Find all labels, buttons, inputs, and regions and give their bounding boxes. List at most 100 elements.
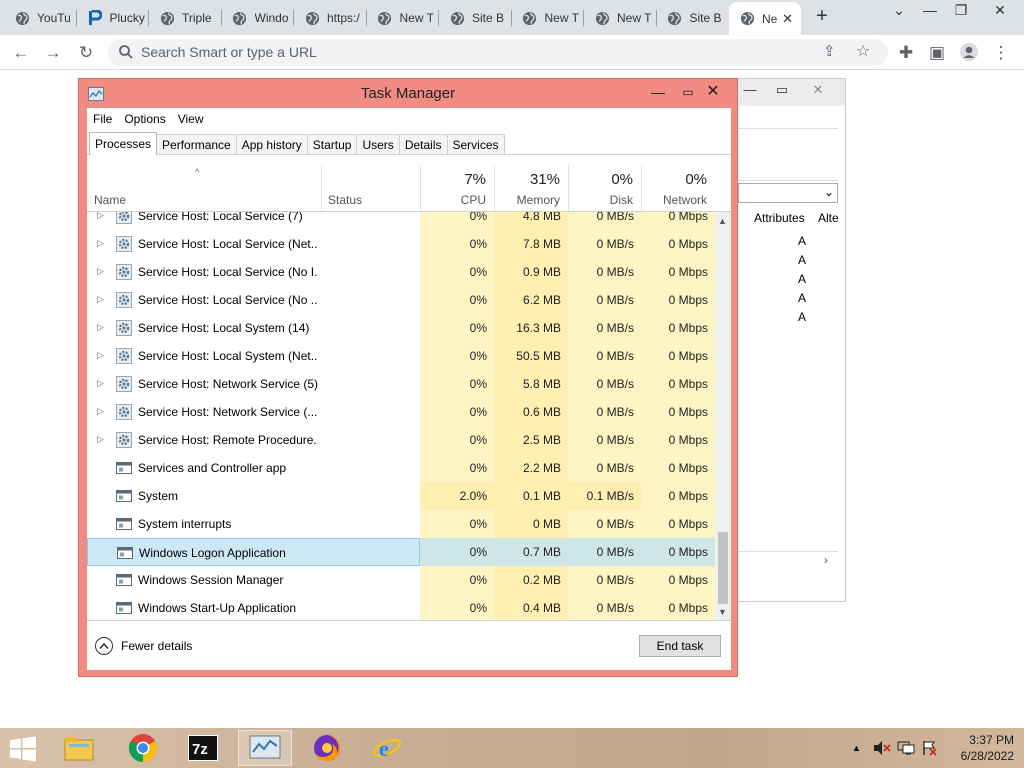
table-row[interactable]: ▷ Service Host: Remote Procedure... 0% 2.5 … — [87, 426, 715, 454]
bg-horizontal-scrollbar[interactable]: › — [738, 551, 838, 568]
table-row[interactable]: ▷ Service Host: Local Service (7) 0% 4.8 MB… — [87, 212, 715, 230]
extensions-puzzle-icon[interactable]: ✚ — [895, 42, 917, 64]
browser-tab[interactable]: Plucky — [77, 5, 148, 31]
browser-tab[interactable]: Triple — [149, 5, 220, 31]
expand-chevron-icon[interactable]: ▷ — [97, 266, 104, 277]
expand-chevron-icon[interactable]: ▷ — [97, 322, 104, 333]
tab-startup[interactable]: Startup — [306, 134, 358, 155]
back-arrow-icon[interactable]: ← — [10, 42, 32, 64]
new-tab-button[interactable]: + — [810, 5, 834, 29]
taskbar-chrome[interactable] — [116, 730, 170, 766]
address-input[interactable] — [141, 44, 781, 60]
browser-tab[interactable]: New T — [367, 5, 438, 31]
background-explorer-window: — ▭ ✕ ⌄ Attributes Alte AAAAA › — [737, 78, 846, 602]
column-cpu[interactable]: 7% CPU — [420, 155, 494, 211]
expand-chevron-icon[interactable]: ▷ — [97, 294, 104, 305]
tab-search-chevron-icon[interactable]: ⌄ — [884, 2, 914, 19]
side-panel-icon[interactable]: ▣ — [926, 42, 948, 64]
service-gear-icon — [116, 212, 132, 224]
expand-chevron-icon[interactable]: ▷ — [97, 406, 104, 417]
browser-tab[interactable]: Site B — [657, 5, 728, 31]
browser-tab[interactable]: New T — [584, 5, 655, 31]
table-row[interactable]: System interrupts 0% 0 MB 0 MB/s 0 Mbps — [87, 510, 715, 538]
menu-file[interactable]: File — [87, 110, 118, 130]
task-manager-titlebar[interactable]: Task Manager — ▭ ✕ — [79, 79, 737, 107]
taskbar-firefox[interactable] — [300, 730, 354, 766]
vertical-scrollbar[interactable]: ▲ ▼ — [715, 212, 731, 620]
taskbar-task-manager[interactable] — [238, 730, 292, 766]
bg-column-attributes[interactable]: Attributes — [754, 211, 805, 225]
scroll-thumb[interactable] — [718, 532, 728, 604]
bg-minimize-button[interactable]: — — [738, 82, 762, 97]
taskbar-internet-explorer[interactable]: e — [360, 730, 414, 766]
table-row[interactable]: ▷ Service Host: Local System (Net... 0% 50.… — [87, 342, 715, 370]
end-task-button[interactable]: End task — [639, 635, 721, 657]
profile-avatar-icon[interactable] — [958, 42, 980, 64]
table-row[interactable]: Services and Controller app 0% 2.2 MB 0 MB/… — [87, 454, 715, 482]
tm-close-button[interactable]: ✕ — [693, 81, 733, 103]
table-row[interactable]: Windows Session Manager 0% 0.2 MB 0 MB/s 0 M… — [87, 566, 715, 594]
bookmark-star-icon[interactable]: ☆ — [856, 41, 870, 61]
reload-icon[interactable]: ↻ — [75, 42, 97, 64]
process-network-cell: 0 Mbps — [641, 426, 715, 454]
tab-processes[interactable]: Processes — [89, 132, 158, 155]
table-row[interactable]: ▷ Service Host: Local Service (Net... 0% 7.… — [87, 230, 715, 258]
tab-services[interactable]: Services — [446, 134, 505, 155]
tab-users[interactable]: Users — [356, 134, 400, 155]
volume-muted-icon[interactable] — [873, 740, 891, 756]
taskbar-file-explorer[interactable] — [52, 730, 106, 766]
bg-close-button[interactable]: ✕ — [806, 82, 830, 98]
menu-options[interactable]: Options — [118, 110, 171, 130]
table-row[interactable]: Windows Start-Up Application 0% 0.4 MB 0 MB… — [87, 594, 715, 620]
table-row[interactable]: Windows Logon Application 0% 0.7 MB 0 MB/s 0… — [87, 538, 715, 566]
browser-tab[interactable]: Windo — [222, 5, 293, 31]
table-row[interactable]: ▷ Service Host: Local System (14) 0% 16.3 M… — [87, 314, 715, 342]
expand-chevron-icon[interactable]: ▷ — [97, 350, 104, 361]
column-memory[interactable]: 31% Memory — [494, 155, 568, 211]
browser-tab[interactable]: Ne ✕ — [729, 2, 801, 35]
table-row[interactable]: ▷ Service Host: Network Service (5) 0% 5.8 … — [87, 370, 715, 398]
browser-tab[interactable]: YouTu — [4, 5, 75, 31]
menu-view[interactable]: View — [172, 110, 210, 130]
column-network[interactable]: 0% Network — [641, 155, 715, 211]
share-icon[interactable]: ⇪ — [823, 42, 836, 60]
bg-column-alt[interactable]: Alte — [818, 211, 839, 225]
minimize-button[interactable]: — — [915, 2, 945, 18]
show-hidden-icons-chevron-icon[interactable]: ▲ — [852, 743, 861, 753]
action-center-flag-icon[interactable] — [921, 740, 937, 756]
tm-minimize-button[interactable]: — — [643, 81, 673, 103]
column-disk[interactable]: 0% Disk — [568, 155, 641, 211]
windows-start-icon[interactable] — [8, 736, 38, 762]
expand-chevron-icon[interactable]: ▷ — [97, 238, 104, 249]
column-name[interactable]: Name — [87, 155, 321, 211]
expand-chevron-icon[interactable]: ▷ — [97, 434, 104, 445]
forward-arrow-icon[interactable]: → — [42, 42, 64, 64]
scroll-down-arrow-icon[interactable]: ▼ — [718, 607, 727, 617]
expand-chevron-icon[interactable]: ▷ — [97, 212, 104, 221]
table-row[interactable]: ▷ Service Host: Local Service (No ... 0% 6.… — [87, 286, 715, 314]
system-clock[interactable]: 3:37 PM 6/28/2022 — [944, 732, 1014, 764]
browser-tab[interactable]: https:/ — [294, 5, 365, 31]
network-icon[interactable] — [897, 740, 915, 756]
expand-chevron-icon[interactable]: ▷ — [97, 378, 104, 389]
tab-app-history[interactable]: App history — [235, 134, 308, 155]
browser-tab[interactable]: New T — [512, 5, 583, 31]
close-window-button[interactable]: ✕ — [985, 2, 1015, 19]
tab-details[interactable]: Details — [398, 134, 448, 155]
column-status[interactable]: Status — [321, 155, 420, 211]
table-row[interactable]: ▷ Service Host: Local Service (No I... 0% 0… — [87, 258, 715, 286]
bg-combo-box[interactable]: ⌄ — [738, 183, 838, 203]
fewer-details-button[interactable]: Fewer details — [95, 637, 192, 655]
table-row[interactable]: ▷ Service Host: Network Service (... 0% 0.6… — [87, 398, 715, 426]
taskbar-7zip[interactable]: 7z — [176, 730, 230, 766]
table-row[interactable]: System 2.0% 0.1 MB 0.1 MB/s 0 Mbps — [87, 482, 715, 510]
tab-performance[interactable]: Performance — [156, 134, 237, 155]
bg-maximize-button[interactable]: ▭ — [770, 82, 794, 98]
scroll-up-arrow-icon[interactable]: ▲ — [718, 216, 727, 226]
restore-button[interactable]: ❐ — [946, 2, 976, 19]
browser-tab[interactable]: Site B — [439, 5, 510, 31]
process-cpu-value: 0% — [469, 212, 487, 223]
menu-kebab-icon[interactable]: ⋮ — [990, 42, 1012, 64]
omnibox[interactable]: ⇪ ☆ — [108, 39, 888, 66]
close-tab-icon[interactable]: ✕ — [782, 11, 793, 27]
